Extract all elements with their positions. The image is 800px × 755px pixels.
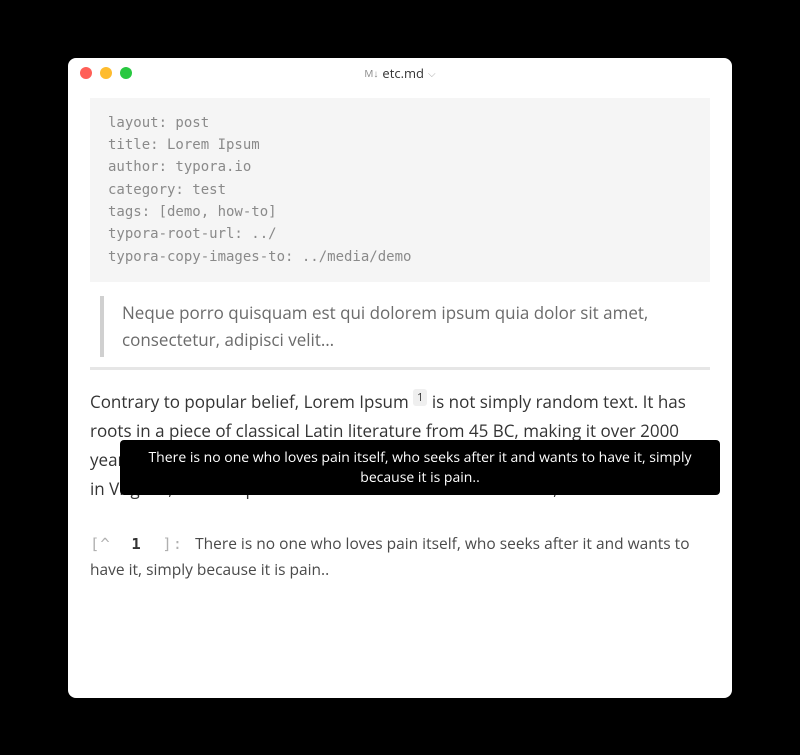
filename-label: etc.md [382,64,424,82]
footnote-reference[interactable]: 1 [413,389,427,406]
editor-window: M↓ etc.md ⌵ layout: post title: Lorem Ip… [68,58,732,698]
file-icon: M↓ [364,66,378,80]
titlebar[interactable]: M↓ etc.md ⌵ [68,58,732,88]
footnote-marker-close: ]: [162,535,183,553]
minimize-button[interactable] [100,67,112,79]
footnote-tooltip: There is no one who loves pain itself, w… [120,440,720,495]
editor-content[interactable]: layout: post title: Lorem Ipsum author: … [68,88,732,698]
frontmatter-block[interactable]: layout: post title: Lorem Ipsum author: … [90,98,710,283]
traffic-lights [80,67,132,79]
chevron-down-icon[interactable]: ⌵ [428,66,436,80]
close-button[interactable] [80,67,92,79]
footnote-marker-open: [^ [90,535,111,553]
footnote-marker: [^ 1 ]: [90,535,183,553]
body-paragraph[interactable]: Contrary to popular belief, Lorem Ipsum … [90,388,710,504]
maximize-button[interactable] [120,67,132,79]
paragraph-text-before: Contrary to popular belief, Lorem Ipsum [90,390,413,413]
footnote-definition[interactable]: [^ 1 ]: There is no one who loves pain i… [90,531,710,582]
footnote-marker-num: 1 [131,535,141,553]
window-title: M↓ etc.md ⌵ [68,64,732,82]
blockquote[interactable]: Neque porro quisquam est qui dolorem ips… [100,296,710,357]
horizontal-rule [90,367,710,370]
